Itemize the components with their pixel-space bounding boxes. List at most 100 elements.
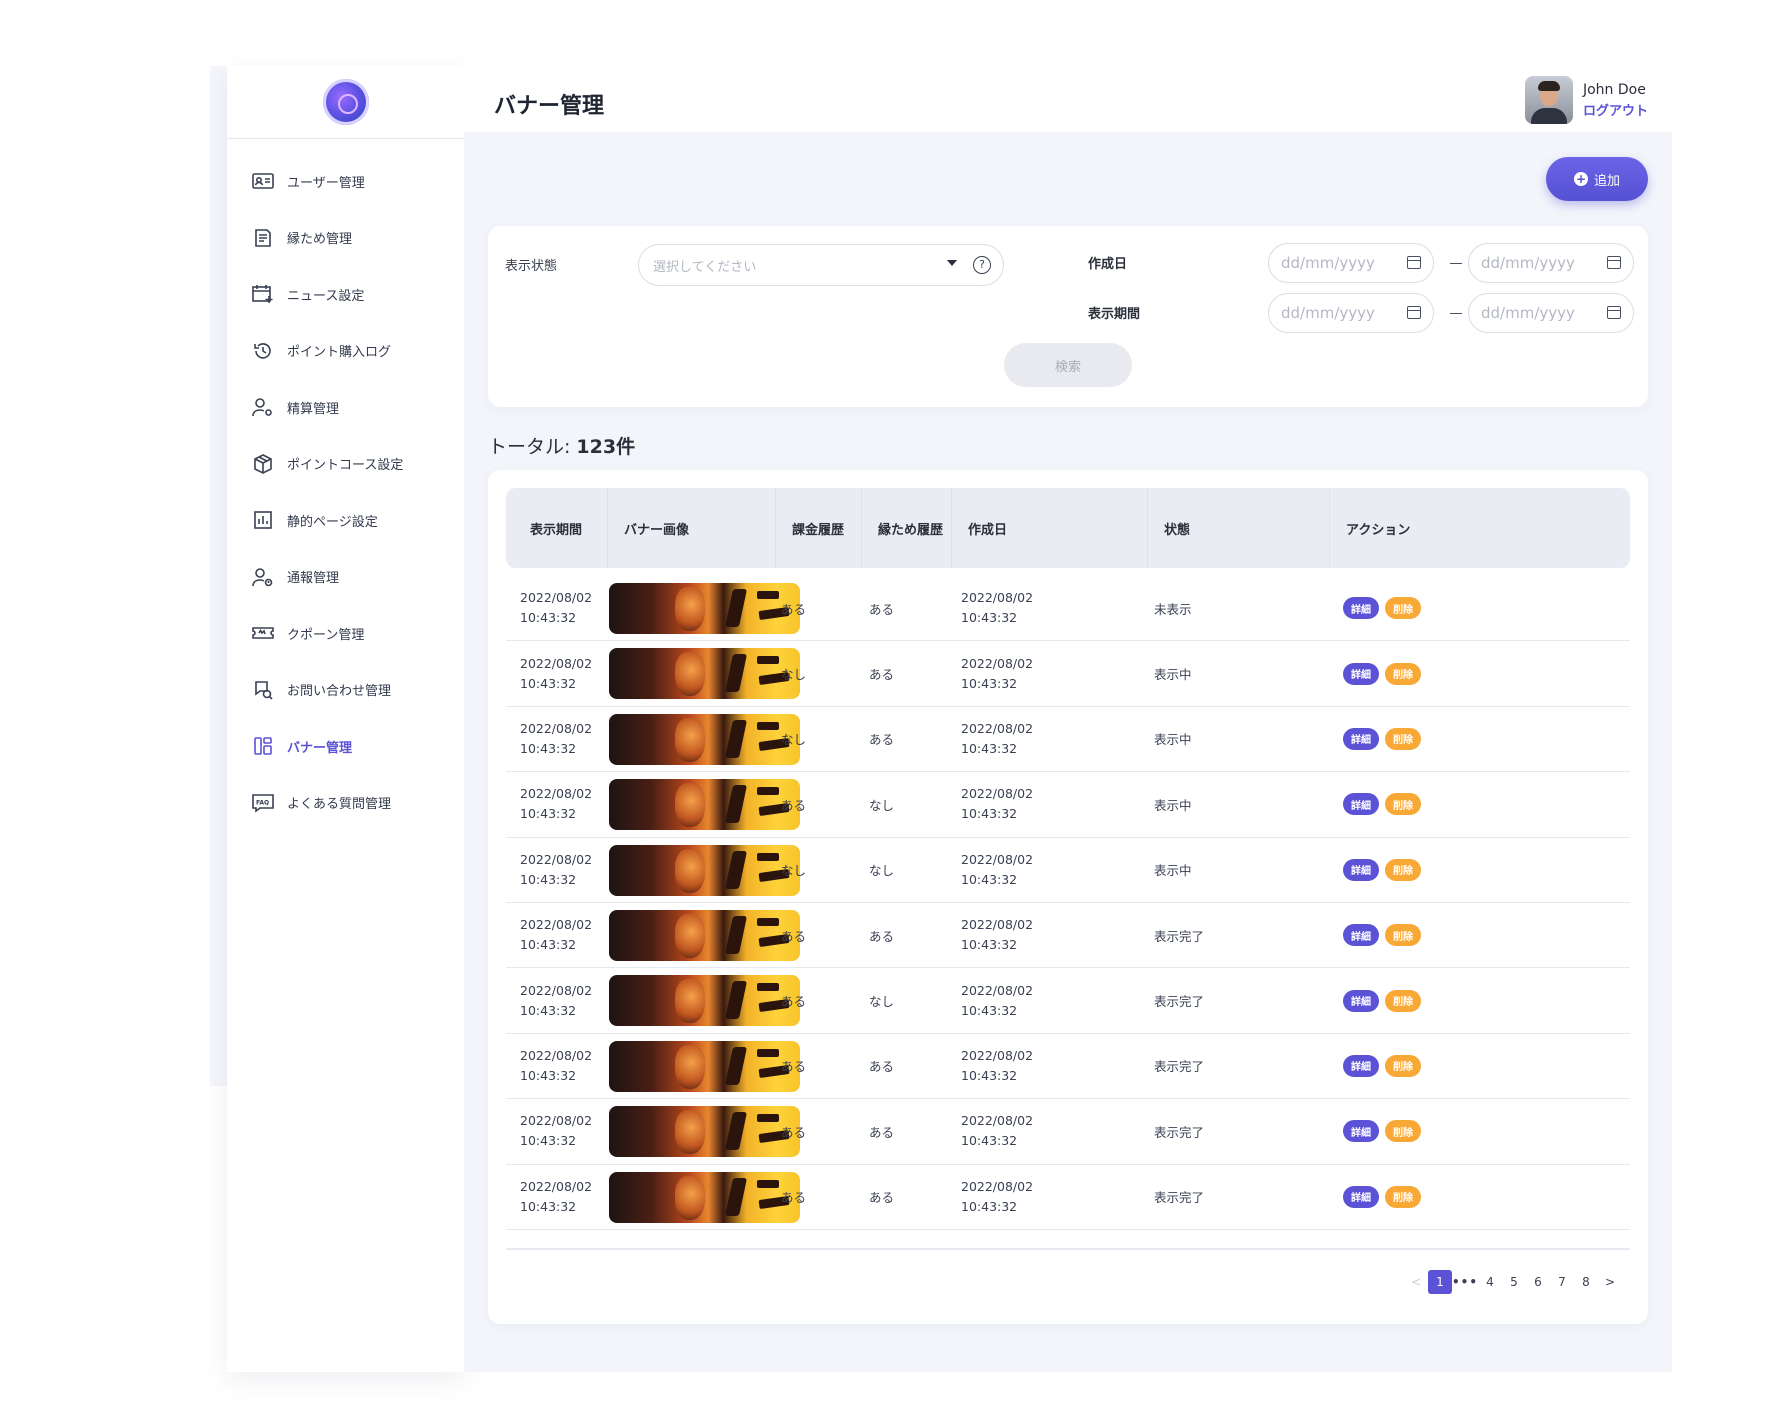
calendar-icon[interactable]	[1407, 306, 1421, 319]
delete-button[interactable]: 削除	[1385, 597, 1421, 620]
detail-button[interactable]: 詳細	[1343, 1120, 1379, 1143]
row-billing-history: なし	[781, 732, 807, 748]
pagination-ellipsis[interactable]: •••	[1452, 1270, 1478, 1294]
detail-button[interactable]: 詳細	[1343, 989, 1379, 1012]
caret-down-icon	[947, 260, 957, 266]
row-actions: 詳細 削除	[1343, 838, 1421, 902]
row-saving-history: ある	[869, 601, 895, 617]
detail-button[interactable]: 詳細	[1343, 858, 1379, 881]
banner-thumbnail[interactable]	[609, 844, 800, 896]
page-button[interactable]: 8	[1574, 1270, 1598, 1294]
delete-button[interactable]: 削除	[1385, 1054, 1421, 1077]
search-button[interactable]: 検索	[1004, 343, 1132, 387]
sidebar-item[interactable]: クポーン管理	[227, 605, 464, 662]
total-count: トータル: 123件	[488, 432, 635, 459]
sidebar-item[interactable]: 静的ページ設定	[227, 492, 464, 549]
table-row: 2022/08/02 10:43:32 ある ある 2022/08/02 10:43:…	[506, 1165, 1630, 1230]
delete-button[interactable]: 削除	[1385, 793, 1421, 816]
row-status: 表示中	[1154, 667, 1192, 683]
page-button[interactable]: 1	[1427, 1270, 1452, 1294]
logout-link[interactable]: ログアウト	[1583, 100, 1648, 119]
delete-button[interactable]: 削除	[1385, 1120, 1421, 1143]
sidebar-item[interactable]: FAQ よくある質問管理	[227, 775, 464, 832]
detail-button[interactable]: 詳細	[1343, 924, 1379, 947]
detail-button[interactable]: 詳細	[1343, 793, 1379, 816]
page-button[interactable]: 6	[1526, 1270, 1550, 1294]
delete-button[interactable]: 削除	[1385, 989, 1421, 1012]
chevron-right-icon[interactable]: >	[1598, 1270, 1622, 1294]
add-button[interactable]: + 追加	[1546, 157, 1648, 201]
created-date-from-input[interactable]: dd/mm/yyyy	[1268, 243, 1434, 283]
banner-thumbnail[interactable]	[609, 1106, 800, 1158]
calendar-icon[interactable]	[1607, 306, 1621, 319]
sidebar-item[interactable]: ポイントコース設定	[227, 436, 464, 493]
row-display-period: 2022/08/02 10:43:32	[520, 1047, 593, 1083]
table-row: 2022/08/02 10:43:32 なし ある 2022/08/02 10:43:…	[506, 641, 1630, 707]
detail-button[interactable]: 詳細	[1343, 727, 1379, 750]
sidebar-item-label: 縁ため管理	[287, 232, 353, 248]
row-status: 表示中	[1154, 863, 1192, 879]
banner-thumbnail[interactable]	[609, 779, 800, 831]
sidebar-item[interactable]: 通報管理	[227, 549, 464, 606]
id-card-icon	[251, 170, 275, 192]
sidebar-item[interactable]: バナー管理	[227, 718, 464, 775]
avatar[interactable]	[1524, 76, 1573, 124]
banner-thumbnail[interactable]	[609, 713, 800, 765]
sidebar-item-label: バナー管理	[287, 740, 353, 756]
sidebar-item[interactable]: 縁ため管理	[227, 210, 464, 267]
table-header: 表示期間 バナー画像 課金履歴 縁ため履歴 作成日 状態 アクション	[506, 488, 1630, 568]
page-button[interactable]: 7	[1550, 1270, 1574, 1294]
sidebar-logo-area	[227, 66, 464, 139]
sidebar-item[interactable]: ポイント購入ログ	[227, 323, 464, 380]
plus-circle-icon: +	[1573, 172, 1588, 186]
status-filter-label: 表示状態	[505, 259, 558, 274]
row-display-period: 2022/08/02 10:43:32	[520, 590, 593, 626]
detail-button[interactable]: 詳細	[1343, 662, 1379, 685]
row-saving-history: なし	[869, 797, 895, 813]
delete-button[interactable]: 削除	[1385, 1185, 1421, 1208]
row-saving-history: なし	[869, 863, 895, 879]
col-actions: アクション	[1329, 488, 1630, 568]
banner-thumbnail[interactable]	[609, 1171, 800, 1223]
row-display-period: 2022/08/02 10:43:32	[520, 655, 593, 691]
delete-button[interactable]: 削除	[1385, 727, 1421, 750]
user-menu: John Doe ログアウト	[1524, 76, 1648, 124]
banner-thumbnail[interactable]	[609, 909, 800, 961]
status-select-placeholder: 選択してください	[653, 259, 757, 275]
delete-button[interactable]: 削除	[1385, 662, 1421, 685]
row-display-period: 2022/08/02 10:43:32	[520, 851, 593, 887]
page-button[interactable]: 5	[1502, 1270, 1526, 1294]
status-select[interactable]: 選択してください ?	[638, 244, 1004, 286]
help-circle-icon[interactable]: ?	[973, 256, 991, 274]
row-billing-history: なし	[781, 667, 807, 683]
period-to-input[interactable]: dd/mm/yyyy	[1468, 293, 1634, 333]
col-billing-history: 課金履歴	[775, 488, 861, 568]
chevron-left-icon[interactable]: <	[1404, 1270, 1428, 1294]
calendar-icon[interactable]	[1607, 256, 1621, 269]
brand-logo[interactable]	[322, 79, 369, 125]
row-saving-history: ある	[869, 667, 895, 683]
row-status: 表示完了	[1154, 928, 1205, 944]
calendar-icon[interactable]	[1407, 256, 1421, 269]
banner-thumbnail[interactable]	[609, 583, 800, 634]
table-row: 2022/08/02 10:43:32 なし ある 2022/08/02 10:43:…	[506, 707, 1630, 773]
delete-button[interactable]: 削除	[1385, 924, 1421, 947]
created-date-to-input[interactable]: dd/mm/yyyy	[1468, 243, 1634, 283]
page-button[interactable]: 4	[1478, 1270, 1502, 1294]
table-row: 2022/08/02 10:43:32 なし なし 2022/08/02 10:43:…	[506, 838, 1630, 903]
detail-button[interactable]: 詳細	[1343, 1185, 1379, 1208]
delete-button[interactable]: 削除	[1385, 858, 1421, 881]
sidebar-item[interactable]: 精算管理	[227, 379, 464, 436]
detail-button[interactable]: 詳細	[1343, 1054, 1379, 1077]
page-title: バナー管理	[494, 94, 605, 119]
sidebar-item[interactable]: お問い合わせ管理	[227, 662, 464, 719]
detail-button[interactable]: 詳細	[1343, 597, 1379, 620]
col-status: 状態	[1147, 488, 1329, 568]
sidebar-item[interactable]: ニュース設定	[227, 266, 464, 323]
row-status: 表示完了	[1154, 1124, 1205, 1140]
sidebar-item[interactable]: ユーザー管理	[227, 153, 464, 210]
banner-thumbnail[interactable]	[609, 1040, 800, 1092]
banner-thumbnail[interactable]	[609, 975, 800, 1027]
period-from-input[interactable]: dd/mm/yyyy	[1268, 293, 1434, 333]
banner-thumbnail[interactable]	[609, 648, 800, 700]
